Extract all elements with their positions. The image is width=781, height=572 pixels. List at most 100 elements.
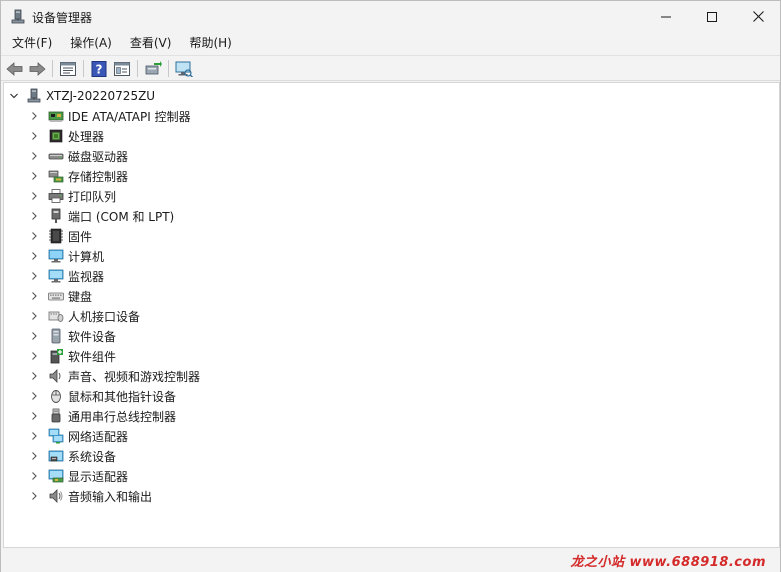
svg-text:?: ? (96, 63, 103, 77)
maximize-icon (707, 11, 717, 22)
tree-item-firmware[interactable]: 固件 (28, 226, 92, 246)
tree-item-label: 打印队列 (68, 189, 117, 204)
minimize-icon (661, 16, 671, 17)
chevron-right-icon[interactable] (28, 310, 40, 322)
tree-item-keyboard[interactable]: 键盘 (28, 286, 92, 306)
tree-item-label: 键盘 (68, 289, 93, 304)
forward-button[interactable] (27, 59, 47, 79)
minimize-button[interactable] (643, 1, 689, 32)
maximize-button[interactable] (689, 1, 735, 32)
disk-drive-icon (48, 148, 64, 164)
device-manager-window: 设备管理器 文件(F) 操作(A) 查看(V) 帮助(H) ? XTZJ-202… (0, 0, 781, 572)
storage-controller-icon (48, 168, 64, 184)
device-tree[interactable]: XTZJ-20220725ZU IDE ATA/ATAPI 控制器 处理器 磁盘驱动… (3, 82, 780, 548)
tree-item-sound[interactable]: 声音、视频和游戏控制器 (28, 366, 200, 386)
toolbar-separator (83, 60, 84, 77)
view-icon (114, 62, 130, 76)
view-button[interactable] (112, 59, 132, 79)
scan-hardware-button[interactable] (174, 59, 194, 79)
ide-controller-icon (48, 108, 64, 124)
tree-root-label: XTZJ-20220725ZU (46, 89, 156, 103)
software-component-icon (48, 348, 64, 364)
chevron-down-icon[interactable] (8, 90, 20, 102)
tree-item-hid[interactable]: 人机接口设备 (28, 306, 140, 326)
toolbar: ? (1, 55, 780, 81)
menu-file[interactable]: 文件(F) (4, 32, 60, 55)
tree-item-audio-io[interactable]: 音频输入和输出 (28, 486, 152, 506)
chevron-right-icon[interactable] (28, 250, 40, 262)
back-button[interactable] (5, 59, 25, 79)
window-title: 设备管理器 (32, 11, 93, 25)
menu-bar: 文件(F) 操作(A) 查看(V) 帮助(H) (1, 32, 780, 55)
chevron-right-icon[interactable] (28, 130, 40, 142)
audio-io-icon (48, 488, 64, 504)
chevron-right-icon[interactable] (28, 170, 40, 182)
status-bar: 龙之小站 www.688918.com (1, 549, 780, 572)
chevron-right-icon[interactable] (28, 290, 40, 302)
computer-node-icon (26, 88, 42, 104)
keyboard-icon (48, 288, 64, 304)
tree-item-label: 存储控制器 (68, 169, 129, 184)
chevron-right-icon[interactable] (28, 490, 40, 502)
tree-root-node[interactable]: XTZJ-20220725ZU (8, 86, 155, 106)
watermark-text: 龙之小站 www.688918.com (570, 555, 766, 570)
tree-item-ide-controller[interactable]: IDE ATA/ATAPI 控制器 (28, 106, 191, 126)
chevron-right-icon[interactable] (28, 210, 40, 222)
display-adapter-icon (48, 468, 64, 484)
usb-icon (48, 408, 64, 424)
menu-view[interactable]: 查看(V) (122, 32, 180, 55)
properties-button[interactable] (58, 59, 78, 79)
update-driver-icon (145, 61, 162, 75)
update-driver-button[interactable] (143, 59, 163, 79)
tree-item-label: 软件设备 (68, 329, 117, 344)
close-icon (752, 11, 764, 22)
printer-icon (48, 188, 64, 204)
tree-item-label: 显示适配器 (68, 469, 129, 484)
chevron-right-icon[interactable] (28, 430, 40, 442)
tree-item-network-adapter[interactable]: 网络适配器 (28, 426, 128, 446)
back-arrow-icon (6, 62, 23, 76)
help-button[interactable]: ? (89, 59, 109, 79)
chevron-right-icon[interactable] (28, 270, 40, 282)
tree-item-label: 软件组件 (68, 349, 117, 364)
chevron-right-icon[interactable] (28, 330, 40, 342)
chevron-right-icon[interactable] (28, 110, 40, 122)
device-manager-icon (10, 9, 26, 25)
tree-item-processor[interactable]: 处理器 (28, 126, 104, 146)
tree-item-software-component[interactable]: 软件组件 (28, 346, 116, 366)
chevron-right-icon[interactable] (28, 190, 40, 202)
sound-icon (48, 368, 64, 384)
tree-item-usb[interactable]: 通用串行总线控制器 (28, 406, 176, 426)
chevron-right-icon[interactable] (28, 150, 40, 162)
software-device-icon (48, 328, 64, 344)
mouse-icon (48, 388, 64, 404)
tree-item-label: 声音、视频和游戏控制器 (68, 369, 201, 384)
tree-item-label: 通用串行总线控制器 (68, 409, 177, 424)
menu-action[interactable]: 操作(A) (62, 32, 120, 55)
forward-arrow-icon (29, 62, 46, 76)
chevron-right-icon[interactable] (28, 410, 40, 422)
tree-item-label: 系统设备 (68, 449, 117, 464)
chevron-right-icon[interactable] (28, 350, 40, 362)
computer-icon (48, 248, 64, 264)
tree-item-disk-drive[interactable]: 磁盘驱动器 (28, 146, 128, 166)
tree-item-software-device[interactable]: 软件设备 (28, 326, 116, 346)
tree-item-system-device[interactable]: 系统设备 (28, 446, 116, 466)
tree-item-storage-controller[interactable]: 存储控制器 (28, 166, 128, 186)
tree-item-port[interactable]: 端口 (COM 和 LPT) (28, 206, 174, 226)
tree-item-computer[interactable]: 计算机 (28, 246, 104, 266)
chevron-right-icon[interactable] (28, 450, 40, 462)
chevron-right-icon[interactable] (28, 370, 40, 382)
tree-item-printer[interactable]: 打印队列 (28, 186, 116, 206)
tree-item-display-adapter[interactable]: 显示适配器 (28, 466, 128, 486)
title-bar[interactable]: 设备管理器 (1, 1, 780, 32)
chevron-right-icon[interactable] (28, 470, 40, 482)
chevron-right-icon[interactable] (28, 230, 40, 242)
menu-help[interactable]: 帮助(H) (181, 32, 239, 55)
system-device-icon (48, 448, 64, 464)
tree-item-mouse[interactable]: 鼠标和其他指针设备 (28, 386, 176, 406)
tree-item-monitor[interactable]: 监视器 (28, 266, 104, 286)
close-button[interactable] (735, 1, 781, 32)
chevron-right-icon[interactable] (28, 390, 40, 402)
monitor-icon (48, 268, 64, 284)
